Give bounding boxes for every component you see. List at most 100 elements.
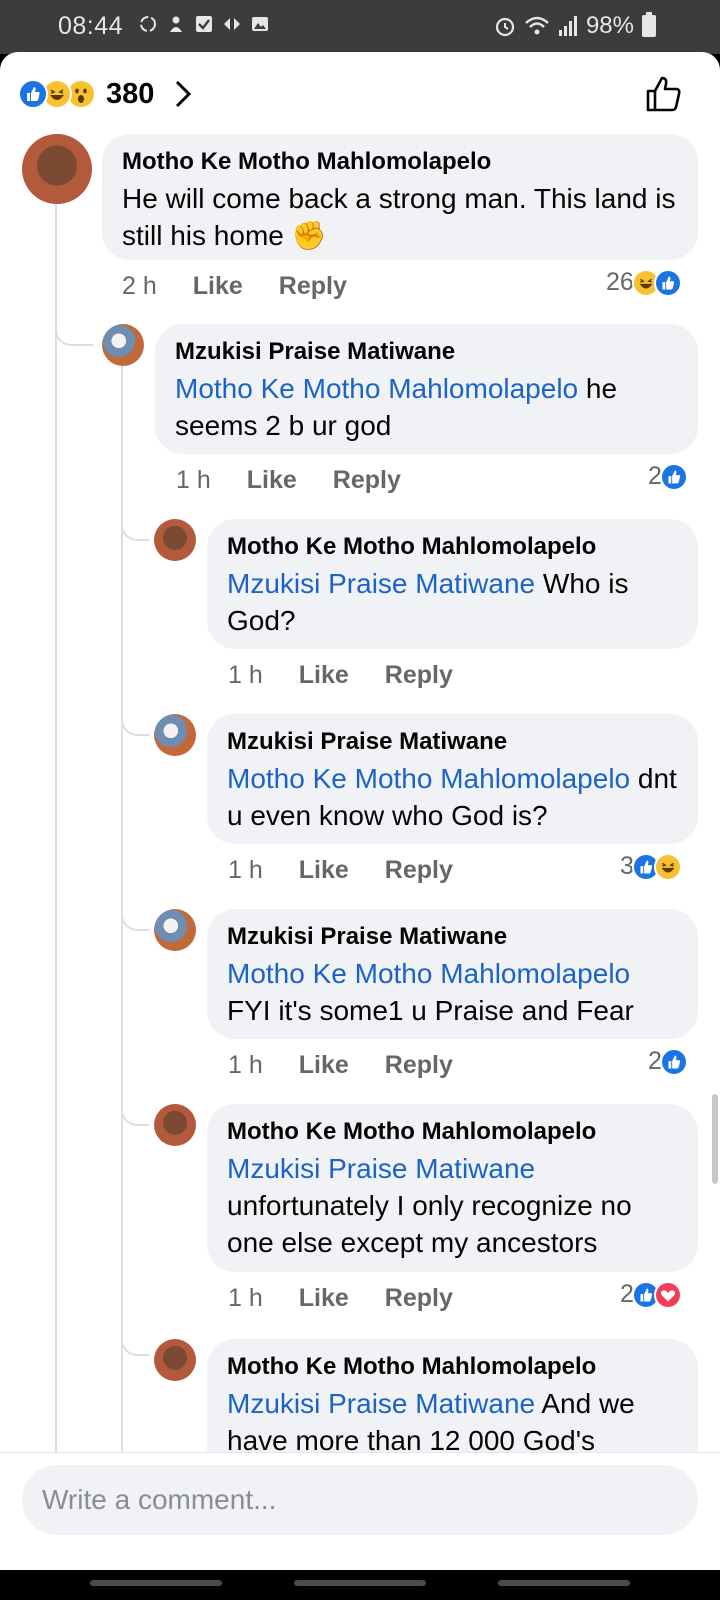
comment-composer xyxy=(0,1452,720,1570)
comment-author[interactable]: Mzukisi Praise Matiwane xyxy=(227,728,678,756)
reactions-summary[interactable]: 380 xyxy=(18,74,192,114)
nav-back-button[interactable] xyxy=(498,1580,630,1586)
comment-text: He will come back a strong man. This lan… xyxy=(122,183,676,251)
comment-author[interactable]: Mzukisi Praise Matiwane xyxy=(175,338,678,366)
like-button[interactable]: Like xyxy=(299,1051,349,1080)
comment-bubble: Mzukisi Praise Matiwane Motho Ke Motho M… xyxy=(155,324,698,454)
notification-icons xyxy=(138,14,270,34)
nav-home-button[interactable] xyxy=(294,1580,426,1586)
comment-thread: Motho Ke Motho Mahlomolapelo He will com… xyxy=(0,134,720,1534)
like-post-button[interactable] xyxy=(644,74,684,114)
comment-input[interactable] xyxy=(22,1465,698,1535)
reply-button[interactable]: Reply xyxy=(385,1284,453,1313)
nav-recents-button[interactable] xyxy=(90,1580,222,1586)
comment-reactions[interactable]: 2 xyxy=(648,462,688,491)
comment-timestamp: 2 h xyxy=(122,272,157,300)
comment-actions: 1 h Like Reply xyxy=(228,1284,489,1313)
scrollbar[interactable] xyxy=(712,1094,718,1184)
comment-timestamp: 1 h xyxy=(228,1051,263,1079)
mention-link[interactable]: Motho Ke Motho Mahlomolapelo xyxy=(227,958,630,989)
comment-reactions[interactable]: 3 xyxy=(620,852,682,881)
avatar[interactable] xyxy=(154,519,196,561)
reply-button[interactable]: Reply xyxy=(333,466,401,495)
mention-link[interactable]: Mzukisi Praise Matiwane xyxy=(227,1388,535,1419)
mention-link[interactable]: Mzukisi Praise Matiwane xyxy=(227,1153,535,1184)
image-icon xyxy=(252,17,268,31)
code-icon xyxy=(224,18,240,30)
thread-line xyxy=(55,204,57,1534)
thread-connector xyxy=(121,869,149,931)
thread-connector xyxy=(121,674,149,736)
checkbox-icon xyxy=(196,16,212,32)
like-reaction-icon xyxy=(18,79,48,109)
status-bar: 08:44 98% xyxy=(0,0,720,54)
comment-author[interactable]: Motho Ke Motho Mahlomolapelo xyxy=(122,148,678,176)
battery-icon xyxy=(642,12,656,37)
comment-author[interactable]: Mzukisi Praise Matiwane xyxy=(227,923,678,951)
thread-connector xyxy=(121,479,149,541)
comments-sheet: 380 Motho Ke Motho Mahlomolapelo He will… xyxy=(0,52,720,1570)
comment-text: Mzukisi Praise Matiwane And we have more… xyxy=(227,1388,635,1456)
comment-actions: 1 h Like Reply xyxy=(228,661,489,690)
sync-icon xyxy=(140,16,156,32)
thread-connector xyxy=(55,284,93,346)
comment-reactions[interactable]: 2 xyxy=(620,1280,682,1309)
comment-actions: 1 h Like Reply xyxy=(176,466,437,495)
reply-button[interactable]: Reply xyxy=(385,1051,453,1080)
comment-timestamp: 1 h xyxy=(228,856,263,884)
like-button[interactable]: Like xyxy=(193,272,243,301)
comment-text: Motho Ke Motho Mahlomolapelo he seems 2 … xyxy=(175,373,618,441)
system-icons: 98% xyxy=(494,12,656,40)
status-time: 08:44 xyxy=(58,12,124,40)
avatar[interactable] xyxy=(154,1104,196,1146)
comment-bubble: Mzukisi Praise Matiwane Motho Ke Motho M… xyxy=(207,714,698,844)
comment-text: Mzukisi Praise Matiwane unfortunately I … xyxy=(227,1153,632,1258)
mention-link[interactable]: Motho Ke Motho Mahlomolapelo xyxy=(175,373,578,404)
reply-button[interactable]: Reply xyxy=(385,661,453,690)
comment-text: Motho Ke Motho Mahlomolapelo FYI it's so… xyxy=(227,958,634,1026)
comment-author[interactable]: Motho Ke Motho Mahlomolapelo xyxy=(227,533,678,561)
thread-connector xyxy=(121,1064,149,1126)
like-button[interactable]: Like xyxy=(299,856,349,885)
comment-bubble: Mzukisi Praise Matiwane Motho Ke Motho M… xyxy=(207,909,698,1039)
comment-text: Motho Ke Motho Mahlomolapelo dnt u even … xyxy=(227,763,677,831)
like-button[interactable]: Like xyxy=(299,661,349,690)
avatar[interactable] xyxy=(154,1339,196,1381)
alarm-icon xyxy=(495,17,515,37)
wifi-icon xyxy=(525,16,549,35)
person-icon xyxy=(170,16,182,32)
comment-timestamp: 1 h xyxy=(228,1284,263,1312)
signal-icon xyxy=(558,16,577,36)
avatar[interactable] xyxy=(154,714,196,756)
haha-reaction-icon xyxy=(653,852,682,881)
avatar[interactable] xyxy=(22,134,92,204)
like-button[interactable]: Like xyxy=(247,466,297,495)
comment-actions: 2 h Like Reply xyxy=(122,272,383,301)
comment-actions: 1 h Like Reply xyxy=(228,1051,489,1080)
comment-reactions[interactable]: 26 xyxy=(606,268,682,297)
like-button[interactable]: Like xyxy=(299,1284,349,1313)
mention-link[interactable]: Motho Ke Motho Mahlomolapelo xyxy=(227,763,630,794)
like-reaction-icon xyxy=(653,268,682,297)
comment-author[interactable]: Motho Ke Motho Mahlomolapelo xyxy=(227,1353,678,1381)
love-reaction-icon xyxy=(653,1280,682,1309)
avatar[interactable] xyxy=(154,909,196,951)
battery-percent: 98% xyxy=(585,12,634,39)
comment-author[interactable]: Motho Ke Motho Mahlomolapelo xyxy=(227,1118,678,1146)
mention-link[interactable]: Mzukisi Praise Matiwane xyxy=(227,568,535,599)
thread-connector xyxy=(121,1294,149,1356)
comment-bubble: Motho Ke Motho Mahlomolapelo Mzukisi Pra… xyxy=(207,1104,698,1272)
comment-reactions[interactable]: 2 xyxy=(648,1047,688,1076)
comment-timestamp: 1 h xyxy=(228,661,263,689)
comment-actions: 1 h Like Reply xyxy=(228,856,489,885)
avatar[interactable] xyxy=(102,324,144,366)
comment-text: Mzukisi Praise Matiwane Who is God? xyxy=(227,568,629,636)
comment-timestamp: 1 h xyxy=(176,466,211,494)
reply-button[interactable]: Reply xyxy=(385,856,453,885)
like-reaction-icon xyxy=(659,1047,688,1076)
comment-bubble: Motho Ke Motho Mahlomolapelo Mzukisi Pra… xyxy=(207,519,698,649)
chevron-right-icon[interactable] xyxy=(174,79,192,109)
like-reaction-icon xyxy=(659,462,688,491)
reply-button[interactable]: Reply xyxy=(279,272,347,301)
comment-reaction-count: 26 xyxy=(606,268,634,296)
